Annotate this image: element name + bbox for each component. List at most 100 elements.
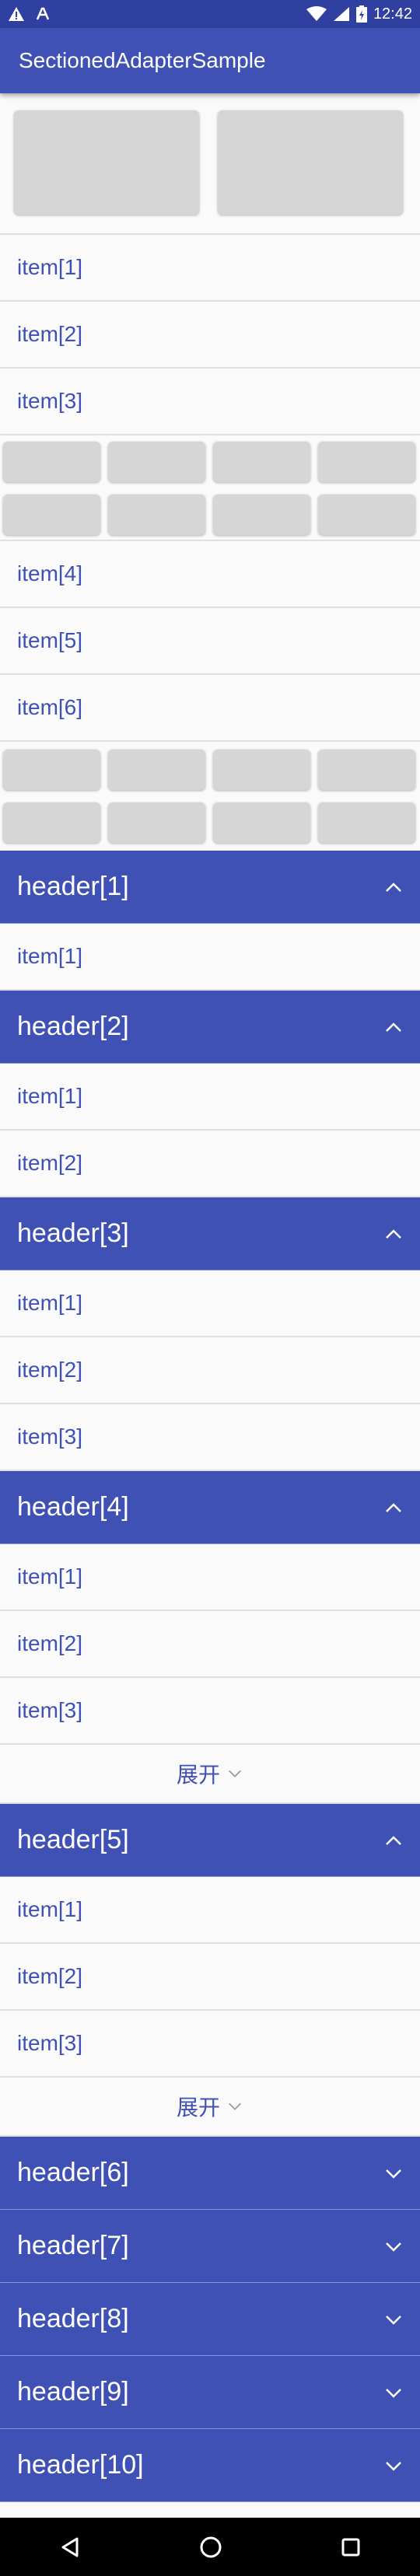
item-label: item[4] xyxy=(17,561,83,585)
list-item[interactable]: item[5] xyxy=(0,608,420,675)
back-icon[interactable] xyxy=(58,2536,82,2559)
battery-icon xyxy=(355,5,367,23)
section-header[interactable]: header[2] xyxy=(0,991,420,1064)
chevron-down-icon[interactable] xyxy=(384,2456,403,2475)
section-header[interactable]: header[5] xyxy=(0,1804,420,1877)
list-item[interactable]: item[2] xyxy=(0,1131,420,1197)
chevron-up-icon[interactable] xyxy=(384,1498,403,1517)
chevron-up-icon[interactable] xyxy=(384,1018,403,1036)
expand-label: 展开 xyxy=(176,1763,220,1787)
section-header-label: header[5] xyxy=(17,1825,129,1854)
status-bar: 12:42 xyxy=(0,0,420,28)
item-label: item[2] xyxy=(17,1151,83,1175)
item-label: item[3] xyxy=(17,1698,83,1722)
small-card-grid xyxy=(0,435,420,541)
section-header-label: header[3] xyxy=(17,1218,129,1248)
wifi-icon xyxy=(306,6,327,21)
grid-card[interactable] xyxy=(318,495,415,535)
sections-container: header[1] item[1] header[2] item[1] item[2] h… xyxy=(0,851,420,2502)
grid-card[interactable] xyxy=(213,750,310,790)
chevron-down-icon[interactable] xyxy=(384,2383,403,2402)
expand-button[interactable]: 展开 xyxy=(0,2078,420,2137)
item-label: item[1] xyxy=(17,1291,83,1315)
list-item[interactable]: item[1] xyxy=(0,235,420,302)
list-item[interactable]: item[1] xyxy=(0,924,420,991)
chevron-down-icon[interactable] xyxy=(384,2310,403,2329)
section-header[interactable]: header[4] xyxy=(0,1471,420,1544)
grid-card[interactable] xyxy=(218,110,403,215)
section-header-label: header[9] xyxy=(17,2377,129,2406)
list-item[interactable]: item[3] xyxy=(0,2011,420,2078)
section-header[interactable]: header[10] xyxy=(0,2429,420,2502)
grid-card[interactable] xyxy=(108,495,205,535)
list-item[interactable]: item[4] xyxy=(0,541,420,608)
chevron-up-icon[interactable] xyxy=(384,878,403,897)
large-card-row xyxy=(0,93,420,235)
grid-card[interactable] xyxy=(318,750,415,790)
grid-card[interactable] xyxy=(3,495,100,535)
section-header-label: header[4] xyxy=(17,1492,129,1522)
grid-card[interactable] xyxy=(3,750,100,790)
chevron-down-icon[interactable] xyxy=(384,2164,403,2183)
grid-card[interactable] xyxy=(213,442,310,482)
grid-card[interactable] xyxy=(108,442,205,482)
warning-icon xyxy=(9,7,24,21)
grid-card[interactable] xyxy=(213,802,310,843)
list-item[interactable]: item[1] xyxy=(0,1544,420,1611)
grid-card[interactable] xyxy=(318,802,415,843)
section-header-label: header[6] xyxy=(17,2158,129,2187)
list-item[interactable]: item[1] xyxy=(0,1271,420,1337)
grid-card[interactable] xyxy=(108,802,205,843)
section-header-label: header[7] xyxy=(17,2231,129,2260)
item-label: item[1] xyxy=(17,1564,83,1589)
list-item[interactable]: item[1] xyxy=(0,1877,420,1944)
item-label: item[2] xyxy=(17,1964,83,1988)
section-header-label: header[1] xyxy=(17,872,129,901)
grid-card[interactable] xyxy=(3,442,100,482)
list-item[interactable]: item[1] xyxy=(0,1064,420,1131)
app-bar: SectionedAdapterSample xyxy=(0,28,420,93)
item-label: item[3] xyxy=(17,1424,83,1449)
list-item[interactable]: item[2] xyxy=(0,1611,420,1678)
navigation-bar xyxy=(0,2518,420,2576)
content-list[interactable]: item[1] item[2] item[3] item[4] item[5] … xyxy=(0,93,420,2502)
section-header[interactable]: header[6] xyxy=(0,2137,420,2210)
grid-card[interactable] xyxy=(14,110,199,215)
section-header-label: header[8] xyxy=(17,2304,129,2333)
home-icon[interactable] xyxy=(198,2535,223,2560)
list-item[interactable]: item[3] xyxy=(0,369,420,435)
app-title: SectionedAdapterSample xyxy=(19,48,266,72)
item-label: item[2] xyxy=(17,322,83,346)
expand-label: 展开 xyxy=(176,2095,220,2120)
section-header[interactable]: header[9] xyxy=(0,2356,420,2429)
chevron-down-icon[interactable] xyxy=(384,2237,403,2256)
list-item[interactable]: item[3] xyxy=(0,1678,420,1745)
list-item[interactable]: item[6] xyxy=(0,675,420,742)
grid-card[interactable] xyxy=(213,495,310,535)
item-label: item[3] xyxy=(17,389,83,413)
chevron-up-icon[interactable] xyxy=(384,1831,403,1850)
list-item[interactable]: item[3] xyxy=(0,1404,420,1471)
section-header[interactable]: header[8] xyxy=(0,2283,420,2356)
grid-card[interactable] xyxy=(108,750,205,790)
section-header[interactable]: header[7] xyxy=(0,2210,420,2283)
item-label: item[1] xyxy=(17,1084,83,1108)
signal-icon xyxy=(333,7,349,21)
list-item[interactable]: item[2] xyxy=(0,1944,420,2011)
grid-card[interactable] xyxy=(318,442,415,482)
section-header[interactable]: header[1] xyxy=(0,851,420,924)
section-header-label: header[2] xyxy=(17,1012,129,1041)
item-label: item[1] xyxy=(17,1897,83,1921)
grid-card[interactable] xyxy=(3,802,100,843)
item-label: item[2] xyxy=(17,1358,83,1382)
section-header[interactable]: header[3] xyxy=(0,1197,420,1271)
item-label: item[2] xyxy=(17,1631,83,1655)
chevron-down-icon xyxy=(229,1770,241,1777)
list-item[interactable]: item[2] xyxy=(0,1337,420,1404)
chevron-up-icon[interactable] xyxy=(384,1225,403,1243)
list-item[interactable]: item[2] xyxy=(0,302,420,369)
item-label: item[6] xyxy=(17,695,83,719)
recents-icon[interactable] xyxy=(340,2536,362,2558)
item-label: item[3] xyxy=(17,2031,83,2055)
expand-button[interactable]: 展开 xyxy=(0,1745,420,1804)
